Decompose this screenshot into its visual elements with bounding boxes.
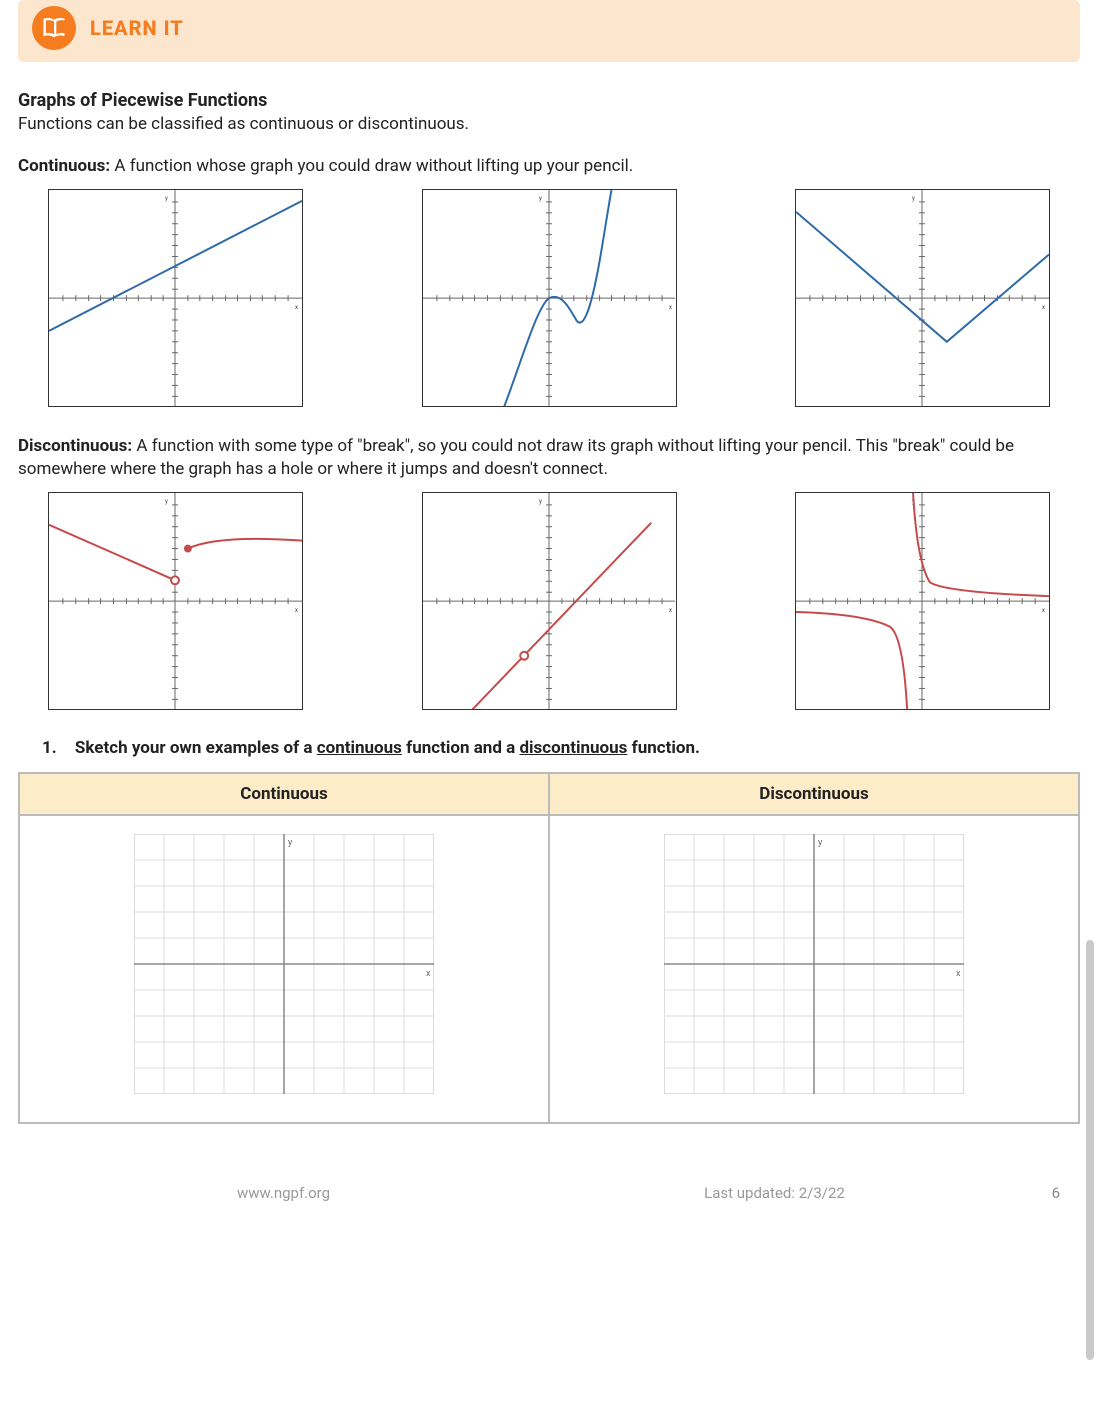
learn-it-banner: LEARN IT: [18, 0, 1080, 62]
discontinuous-text: A function with some type of "break", so…: [18, 436, 1014, 480]
footer-site: www.ngpf.org: [38, 1184, 529, 1202]
discontinuous-definition: Discontinuous: A function with some type…: [18, 435, 1080, 483]
svg-text:y: y: [912, 195, 915, 202]
continuous-label: Continuous:: [18, 156, 110, 176]
continuous-graph-2: yx: [422, 189, 677, 407]
footer-updated: Last updated: 2/3/22: [529, 1184, 1020, 1202]
book-icon: [32, 6, 76, 50]
svg-text:x: x: [295, 607, 298, 614]
continuous-graph-1: yx: [48, 189, 303, 407]
svg-text:y: y: [539, 195, 542, 202]
continuous-graph-3: yx: [795, 189, 1050, 407]
svg-text:x: x: [669, 607, 672, 614]
scrollbar-thumb[interactable]: [1086, 940, 1094, 1360]
svg-text:x: x: [1042, 304, 1045, 311]
blank-grid-continuous: y x: [134, 834, 434, 1094]
svg-text:x: x: [956, 969, 961, 979]
discontinuous-graph-2: yx: [422, 492, 677, 710]
banner-title: LEARN IT: [90, 16, 184, 40]
svg-text:y: y: [288, 838, 293, 848]
page-number: 6: [1020, 1184, 1060, 1202]
intro-text: Functions can be classified as continuou…: [18, 113, 1080, 137]
sketch-cell-discontinuous[interactable]: y x: [549, 815, 1079, 1123]
section-title: Graphs of Piecewise Functions: [18, 90, 1080, 111]
question-number: 1.: [42, 738, 57, 758]
question-text: Sketch your own examples of a continuous…: [75, 738, 700, 758]
blank-grid-discontinuous: y x: [664, 834, 964, 1094]
sketch-cell-continuous[interactable]: y x: [19, 815, 549, 1123]
svg-text:x: x: [669, 304, 672, 311]
continuous-text: A function whose graph you could draw wi…: [110, 156, 633, 176]
svg-text:x: x: [1042, 607, 1045, 614]
page-footer: www.ngpf.org Last updated: 2/3/22 6: [18, 1184, 1080, 1202]
svg-text:x: x: [426, 969, 431, 979]
discontinuous-graphs-row: yx yx yx: [18, 492, 1080, 710]
question-1: 1. Sketch your own examples of a continu…: [42, 738, 1080, 758]
svg-text:y: y: [818, 838, 823, 848]
sketch-header-discontinuous: Discontinuous: [549, 773, 1079, 815]
sketch-table: Continuous Discontinuous y x: [18, 772, 1080, 1124]
svg-text:y: y: [165, 195, 168, 202]
continuous-graphs-row: yx yx yx: [18, 189, 1080, 407]
svg-text:y: y: [539, 498, 542, 505]
discontinuous-label: Discontinuous:: [18, 436, 132, 456]
discontinuous-graph-1: yx: [48, 492, 303, 710]
discontinuous-graph-3: yx: [795, 492, 1050, 710]
sketch-header-continuous: Continuous: [19, 773, 549, 815]
svg-text:x: x: [295, 304, 298, 311]
svg-text:y: y: [165, 498, 168, 505]
continuous-definition: Continuous: A function whose graph you c…: [18, 155, 1080, 179]
